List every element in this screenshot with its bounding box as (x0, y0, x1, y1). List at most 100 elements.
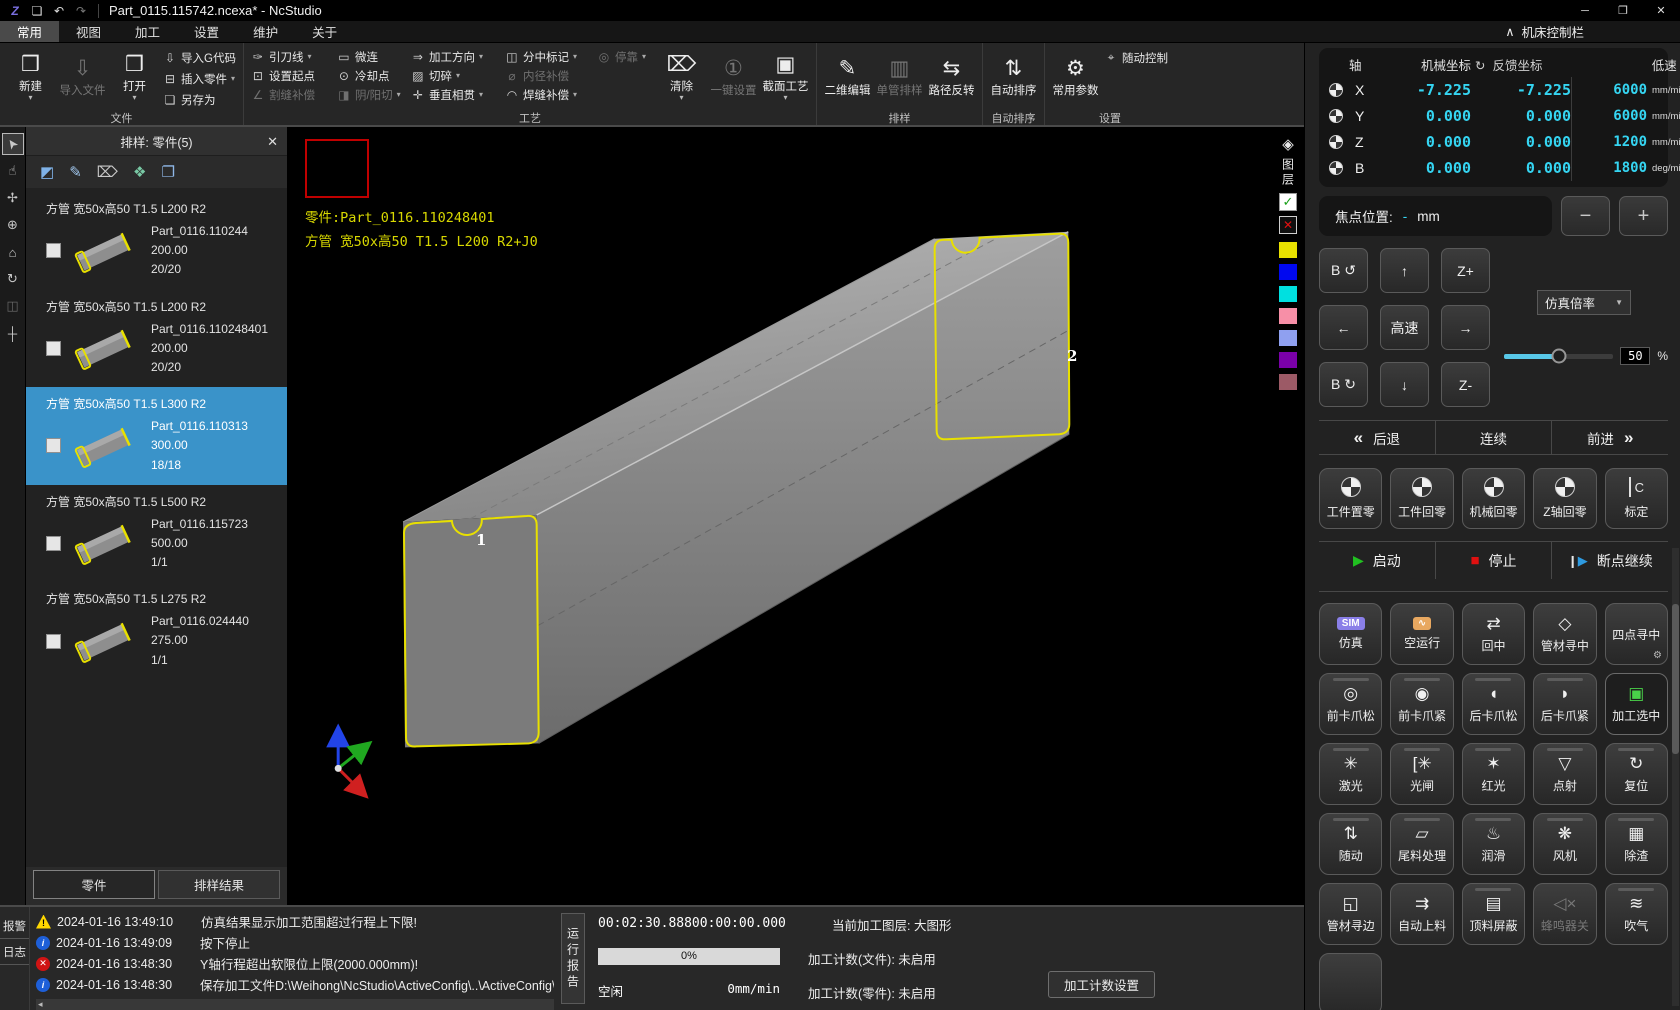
save-icon[interactable]: ❏ (26, 4, 48, 18)
layer-check-all[interactable]: ✓ (1279, 193, 1297, 211)
auto-feed-button[interactable]: ⇉自动上料 (1390, 883, 1453, 945)
part-item-4[interactable]: 方管 宽50x高50 T1.5 L500 R2 Part_0116.115723… (26, 485, 287, 583)
fan-button[interactable]: ❋风机 (1533, 813, 1596, 875)
tab-nest-result[interactable]: 排样结果 (158, 870, 280, 899)
ribbon-button-common-params[interactable]: ⚙常用参数 (1052, 44, 1099, 110)
ribbon-button-new[interactable]: ❒新建▾ (7, 44, 54, 110)
ribbon-button-set-start-point[interactable]: ⊡设置起点 (251, 67, 333, 84)
ribbon-button-path-reverse[interactable]: ⇆路径反转 (928, 44, 975, 110)
start-button[interactable]: ▶启动 (1319, 542, 1436, 579)
front-chuck-open-button[interactable]: ◎前卡爪松 (1319, 673, 1382, 735)
workpiece-zero-return-button[interactable]: 工件回零 (1390, 468, 1453, 529)
tube-centering-button[interactable]: ◇管材寻中 (1533, 603, 1596, 665)
focus-decrease-button[interactable]: − (1561, 196, 1610, 236)
move-tool[interactable]: ✢ (2, 187, 24, 209)
close-panel-icon[interactable]: ✕ (267, 127, 278, 156)
four-point-centering-button[interactable]: 四点寻中⚙ (1605, 603, 1668, 665)
sim-rate-dropdown[interactable]: 仿真倍率 ▼ (1537, 290, 1631, 315)
continuous-button[interactable]: 连续 (1436, 421, 1553, 454)
jog-x-minus-button[interactable]: ← (1319, 305, 1368, 350)
menu-tab-common[interactable]: 常用 (0, 21, 59, 42)
tab-log[interactable]: 日志 (0, 939, 29, 965)
ribbon-button-section-process[interactable]: ▣截面工艺▾ (762, 44, 809, 110)
edit-part-icon[interactable]: ✎ (69, 163, 82, 181)
layer-uncheck-all[interactable]: ✕ (1279, 216, 1297, 234)
follow-button[interactable]: ⇅随动 (1319, 813, 1382, 875)
part-checkbox[interactable] (46, 438, 61, 453)
part-item-5[interactable]: 方管 宽50x高50 T1.5 L275 R2 Part_0116.024440… (26, 582, 287, 680)
rotate-view-tool[interactable]: ↻ (2, 268, 24, 290)
workpiece-zero-set-button[interactable]: 工件置零 (1319, 468, 1382, 529)
ribbon-button-micro-joint[interactable]: ▭微连 (337, 48, 407, 65)
select-cursor-tool[interactable]: ➤ (2, 133, 24, 155)
step-back-button[interactable]: «后退 (1319, 421, 1436, 454)
layer-color-swatch-3[interactable] (1279, 286, 1297, 302)
part-checkbox[interactable] (46, 634, 61, 649)
ribbon-button-lead-line[interactable]: ✑引刀线▾ (251, 48, 333, 65)
tube-edge-seek-button[interactable]: ◱管材寻边 (1319, 883, 1382, 945)
breakpoint-continue-button[interactable]: ❙▶断点继续 (1552, 542, 1668, 579)
part-checkbox[interactable] (46, 536, 61, 551)
return-center-button[interactable]: ⇄回中 (1462, 603, 1525, 665)
front-chuck-close-button[interactable]: ◉前卡爪紧 (1390, 673, 1453, 735)
ribbon-button-edit-2d[interactable]: ✎二维编辑 (824, 44, 871, 110)
top-material-shield-button[interactable]: ▤顶料屏蔽 (1462, 883, 1525, 945)
rate-value[interactable]: 50 (1620, 347, 1650, 365)
slider-thumb[interactable] (1551, 349, 1566, 364)
ribbon-button-vertical-intersect[interactable]: ✛垂直相贯▾ (411, 86, 501, 103)
scrollbar-thumb[interactable] (1672, 604, 1679, 754)
part-item-3[interactable]: 方管 宽50x高50 T1.5 L300 R2 Part_0116.110313… (26, 387, 287, 485)
mirror-tool[interactable]: ◫ (2, 295, 24, 317)
ribbon-button-auto-sort[interactable]: ⇅自动排序 (990, 44, 1037, 110)
layers-icon[interactable]: ◈ (1282, 135, 1294, 153)
view-home-tool[interactable]: ⌂ (2, 241, 24, 263)
layer-color-swatch-5[interactable] (1279, 330, 1297, 346)
axis-zero-icon[interactable] (1329, 135, 1343, 149)
layer-color-swatch-2[interactable] (1279, 264, 1297, 280)
layer-color-swatch-6[interactable] (1279, 352, 1297, 368)
dry-run-button[interactable]: ∿空运行 (1390, 603, 1453, 665)
reorder-part-icon[interactable]: ❖ (133, 163, 146, 181)
log-horizontal-scrollbar[interactable]: ◂ (36, 999, 554, 1010)
menu-tab-machining[interactable]: 加工 (118, 21, 177, 42)
viewport-3d[interactable]: 零件:Part_0116.110248401方管 宽50x高50 T1.5 L2… (288, 127, 1304, 905)
layer-color-swatch-1[interactable] (1279, 242, 1297, 258)
jog-y-minus-button[interactable]: ↓ (1380, 362, 1429, 407)
menu-tab-view[interactable]: 视图 (59, 21, 118, 42)
machine-selected-button[interactable]: ▣加工选中 (1605, 673, 1668, 735)
minimize-button[interactable]: ─ (1566, 0, 1604, 21)
ribbon-button-import-gcode[interactable]: ⇩导入G代码 (163, 49, 236, 66)
jog-y-plus-button[interactable]: ↑ (1380, 248, 1429, 293)
menu-tab-config[interactable]: 设置 (177, 21, 236, 42)
simulate-button[interactable]: SIM仿真 (1319, 603, 1382, 665)
jog-b-cw-button[interactable]: B ↻ (1319, 362, 1368, 407)
ribbon-button-open[interactable]: ❒打开▾ (111, 44, 158, 110)
rear-chuck-open-button[interactable]: ◖后卡爪松 (1462, 673, 1525, 735)
nest-part-icon[interactable]: ◩ (40, 163, 54, 181)
machining-count-settings-button[interactable]: 加工计数设置 (1048, 971, 1155, 998)
ribbon-button-center-mark[interactable]: ◫分中标记▾ (505, 48, 593, 65)
part-checkbox[interactable] (46, 341, 61, 356)
close-button[interactable]: ✕ (1642, 0, 1680, 21)
ribbon-button-weld-comp[interactable]: ◠焊缝补偿▾ (505, 86, 593, 103)
tab-run-report[interactable]: 运行报告 (561, 913, 585, 1004)
center-tool[interactable]: ┼ (2, 322, 24, 344)
rear-chuck-close-button[interactable]: ◗后卡爪紧 (1533, 673, 1596, 735)
menu-tab-about[interactable]: 关于 (295, 21, 354, 42)
reset-button[interactable]: ↻复位 (1605, 743, 1668, 805)
pan-tool[interactable]: ☝ (2, 160, 24, 182)
extra-button[interactable] (1319, 953, 1382, 1010)
ribbon-button-cooling-point[interactable]: ⊙冷却点 (337, 67, 407, 84)
stop-button[interactable]: ■停止 (1436, 542, 1553, 579)
focus-increase-button[interactable]: + (1619, 196, 1668, 236)
laser-button[interactable]: ✳激光 (1319, 743, 1382, 805)
spot-shot-button[interactable]: ▽点射 (1533, 743, 1596, 805)
machine-console-toggle[interactable]: ∧ 机床控制栏 (1505, 21, 1584, 42)
step-forward-button[interactable]: 前进» (1552, 421, 1668, 454)
tab-alarm[interactable]: 报警 (0, 913, 29, 939)
lubrication-button[interactable]: ♨润滑 (1462, 813, 1525, 875)
jog-z-minus-button[interactable]: Z- (1441, 362, 1490, 407)
axis-zero-icon[interactable] (1329, 161, 1343, 175)
ribbon-button-save-as[interactable]: ❏另存为 (163, 91, 236, 108)
ribbon-button-clear[interactable]: ⌦清除▾ (658, 44, 705, 110)
